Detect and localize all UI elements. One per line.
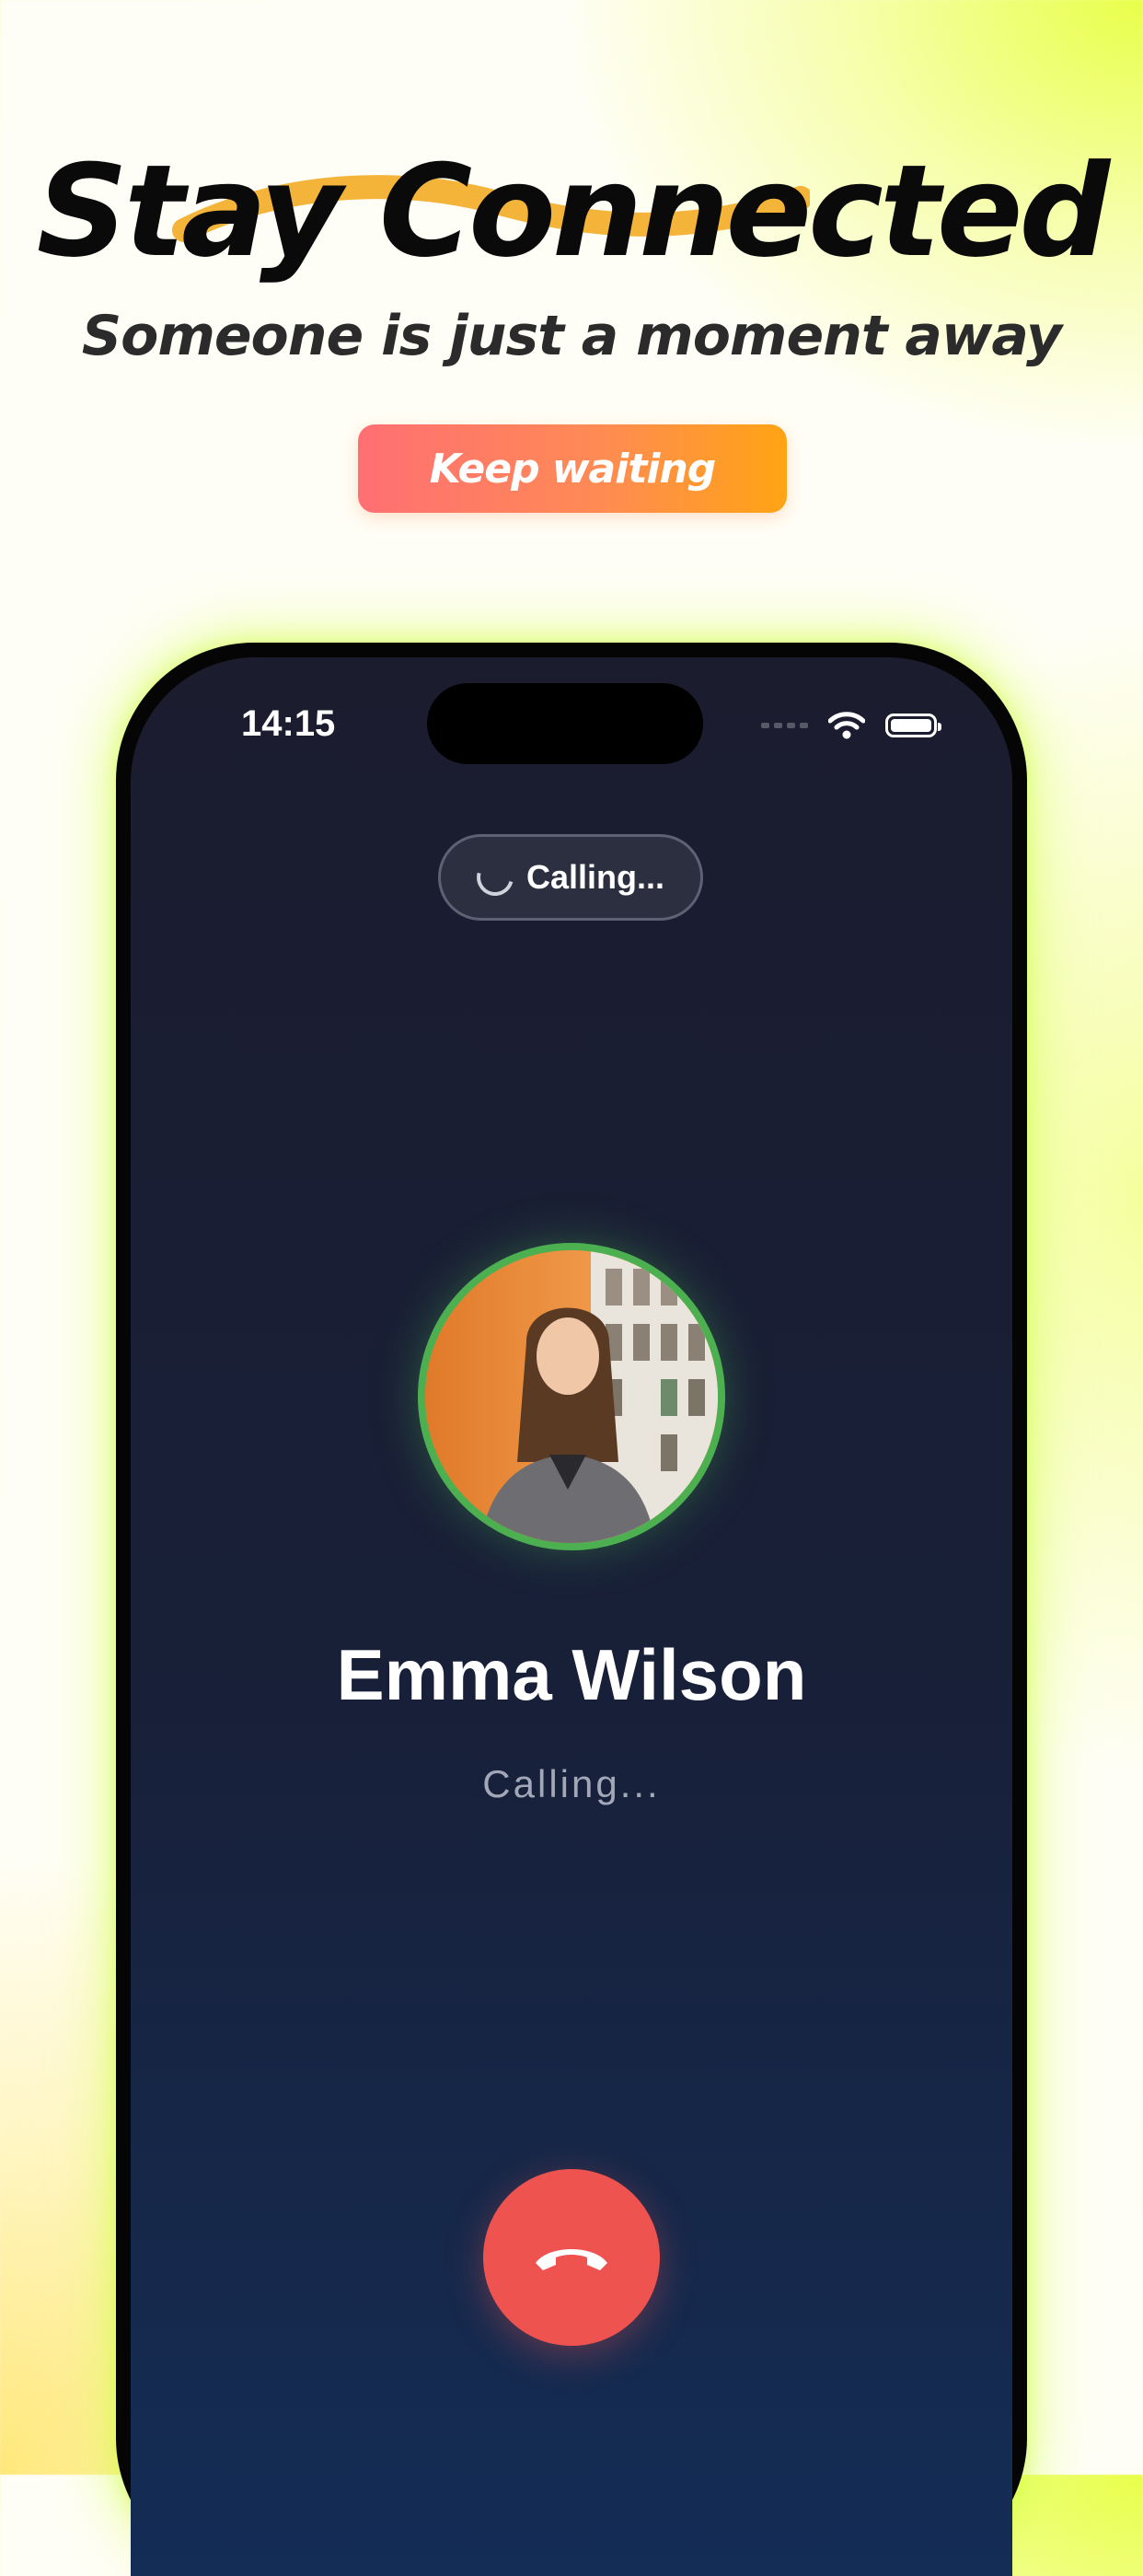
loading-spinner-icon	[469, 852, 521, 903]
signal-dots-icon	[761, 723, 808, 728]
page-subtitle: Someone is just a moment away	[81, 304, 1062, 368]
phone-mockup: 14:15 Calling... Emma Wilson Calling...	[116, 643, 1027, 2576]
battery-icon	[885, 714, 941, 737]
contact-avatar	[418, 1243, 725, 1550]
calling-status-pill: Calling...	[438, 834, 703, 921]
headline-block: Stay Connected	[0, 138, 1143, 285]
page-title: Stay Connected	[36, 137, 1111, 285]
status-bar-icons	[761, 711, 941, 740]
call-status-text: Calling...	[482, 1762, 661, 1805]
wifi-icon	[828, 712, 865, 739]
keep-waiting-button[interactable]: Keep waiting	[358, 424, 787, 513]
phone-screen: 14:15 Calling... Emma Wilson Calling...	[131, 657, 1012, 2576]
end-call-button[interactable]	[483, 2169, 660, 2346]
phone-hangup-icon	[536, 2249, 607, 2270]
calling-pill-label: Calling...	[525, 858, 664, 896]
contact-photo	[425, 1250, 718, 1543]
contact-name: Emma Wilson	[336, 1634, 807, 1715]
status-bar-time: 14:15	[241, 703, 336, 744]
dynamic-island	[427, 683, 703, 764]
